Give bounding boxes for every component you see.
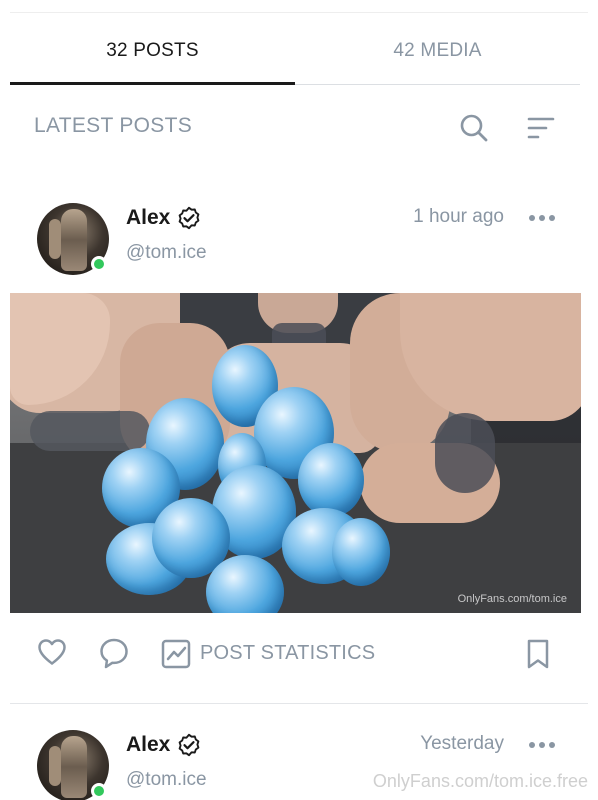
post-media-image[interactable]: OnlyFans.com/tom.ice — [10, 293, 581, 613]
more-options-icon[interactable] — [529, 215, 555, 221]
author-name[interactable]: Alex — [126, 206, 170, 230]
active-tab-indicator — [10, 82, 295, 85]
sort-lines-icon[interactable] — [524, 112, 558, 144]
bookmark-icon[interactable] — [524, 638, 552, 675]
page-watermark: OnlyFans.com/tom.ice.free — [372, 771, 588, 791]
avatar-photo-detail — [49, 746, 61, 786]
search-icon[interactable] — [458, 112, 490, 144]
comment-icon[interactable] — [98, 636, 130, 675]
verified-badge-icon — [177, 206, 201, 235]
post-timestamp: Yesterday — [420, 733, 504, 754]
avatar-photo-figure — [61, 209, 87, 271]
author-handle[interactable]: @tom.ice — [126, 242, 207, 264]
section-title: LATEST POSTS — [34, 114, 193, 137]
post-divider — [10, 703, 588, 704]
avatar-photo-detail — [49, 219, 61, 259]
heart-icon[interactable] — [36, 636, 68, 673]
stats-chart-icon[interactable] — [160, 638, 192, 675]
top-divider — [10, 12, 588, 13]
profile-tabs: 32 POSTS 42 MEDIA — [10, 16, 580, 86]
author-handle[interactable]: @tom.ice — [126, 769, 207, 791]
photo-leg-tattoo — [30, 411, 150, 451]
author-name[interactable]: Alex — [126, 733, 170, 757]
photo-balloon — [298, 443, 364, 517]
photo-balloon — [332, 518, 390, 586]
tab-media[interactable]: 42 MEDIA — [295, 16, 580, 86]
more-options-icon[interactable] — [529, 742, 555, 748]
avatar-photo-figure — [61, 736, 87, 798]
photo-arm-tattoo — [435, 413, 495, 493]
post-timestamp: 1 hour ago — [413, 206, 504, 227]
online-status-dot — [91, 256, 107, 272]
verified-badge-icon — [177, 733, 201, 762]
post-statistics-button[interactable]: POST STATISTICS — [200, 642, 375, 665]
online-status-dot — [91, 783, 107, 799]
media-watermark: OnlyFans.com/tom.ice — [457, 593, 567, 605]
tab-posts[interactable]: 32 POSTS — [10, 16, 295, 86]
post-actions: POST STATISTICS — [36, 636, 556, 672]
